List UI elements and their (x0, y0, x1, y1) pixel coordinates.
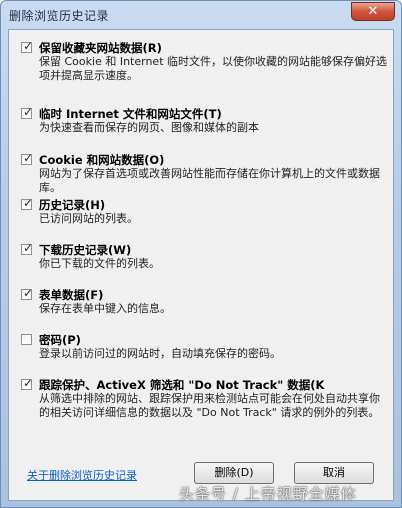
title-bar[interactable]: 删除浏览历史记录 ✕ (1, 1, 401, 29)
dialog-body: ✓ 保留收藏夹网站数据(R) 保留 Cookie 和 Internet 临时文件… (8, 29, 394, 501)
checkmark-icon: ✓ (23, 196, 34, 210)
checkbox[interactable]: ✓ (21, 241, 34, 255)
option-description: 保存在表单中键入的信息。 (39, 302, 171, 315)
option-title: 表单数据(F) (39, 288, 104, 302)
checkbox[interactable]: ✓ (21, 39, 34, 53)
option-description: 你已下载的文件的列表。 (39, 257, 160, 270)
option-title: 跟踪保护、ActiveX 筛选和 "Do Not Track" 数据(K (39, 378, 325, 392)
option-title: 下载历史记录(W) (39, 243, 132, 257)
delete-button[interactable]: 删除(D) (194, 462, 274, 484)
close-button[interactable]: ✕ (351, 2, 395, 21)
cancel-button[interactable]: 取消 (294, 462, 374, 484)
about-delete-history-link[interactable]: 关于删除浏览历史记录 (27, 467, 137, 483)
checkbox[interactable]: ✓ (21, 286, 34, 300)
option-description: 从筛选中排除的网站、跟踪保护用来检测站点可能会在何处自动共享你的相关访问详细信息… (39, 392, 380, 419)
option-title: Cookie 和网站数据(O) (39, 153, 165, 167)
delete-browsing-history-dialog: 删除浏览历史记录 ✕ ✓ 保留收藏夹网站数据(R) 保留 Cookie 和 In… (0, 0, 402, 508)
option-description: 保留 Cookie 和 Internet 临时文件，以使你收藏的网站能够保存偏好… (39, 55, 387, 82)
checkbox[interactable]: ✓ (21, 105, 34, 119)
option-description: 登录以前访问过的网站时，自动填充保存的密码。 (39, 347, 281, 360)
checkbox[interactable] (21, 334, 32, 345)
checkmark-icon: ✓ (23, 286, 34, 300)
checkmark-icon: ✓ (23, 105, 34, 119)
checkmark-icon: ✓ (23, 376, 34, 390)
option-title: 临时 Internet 文件和网站文件(T) (39, 107, 222, 121)
option-description: 为快速查看而保存的网页、图像和媒体的副本 (39, 121, 259, 134)
checkbox[interactable]: ✓ (21, 151, 34, 165)
option-title: 密码(P) (39, 333, 81, 347)
checkmark-icon: ✓ (23, 151, 34, 165)
checkbox[interactable]: ✓ (21, 376, 34, 390)
checkmark-icon: ✓ (23, 39, 34, 53)
option-title: 历史记录(H) (39, 198, 106, 212)
dialog-title: 删除浏览历史记录 (9, 9, 110, 23)
checkmark-icon: ✓ (23, 241, 34, 255)
option-description: 已访问网站的列表。 (39, 212, 138, 225)
checkbox[interactable]: ✓ (21, 196, 34, 210)
option-description: 网站为了保存首选项或改善网站性能而存储在你计算机上的文件或数据库。 (39, 167, 380, 194)
watermark: 头条号 / 上帝视野全媒体 (179, 485, 357, 503)
option-title: 保留收藏夹网站数据(R) (39, 41, 162, 55)
